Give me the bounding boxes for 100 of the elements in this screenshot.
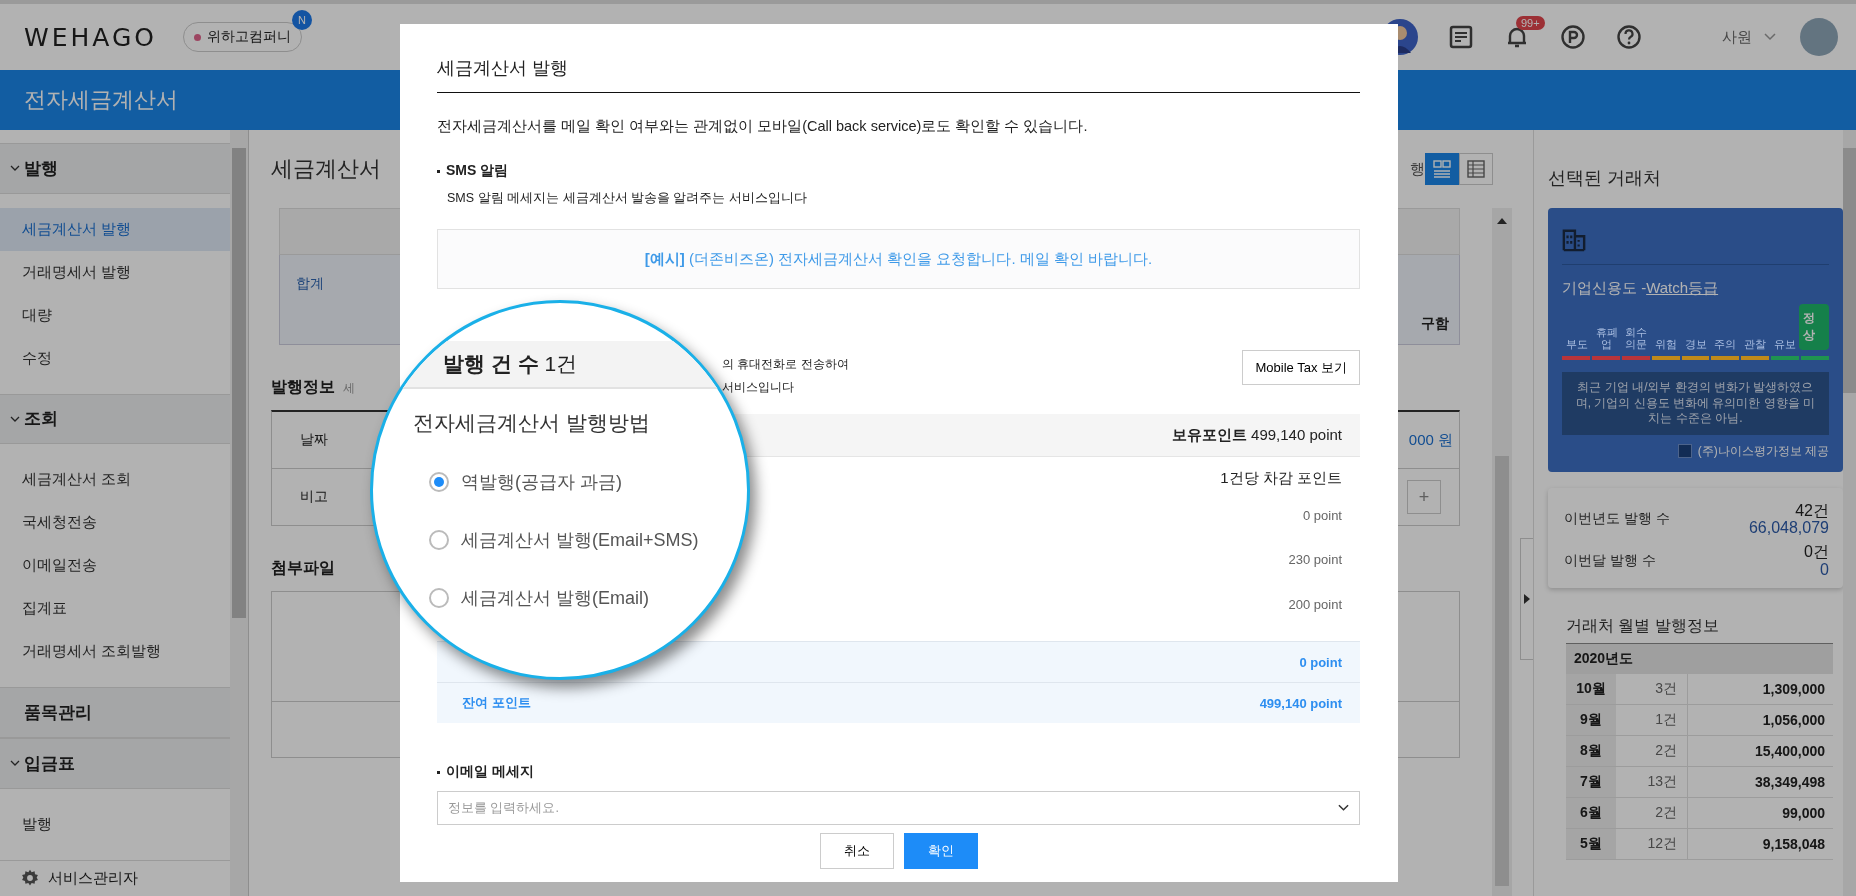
grade-link[interactable]: Watch등급: [1646, 279, 1719, 298]
section-subtitle: 세: [343, 380, 355, 397]
building-icon: [1562, 228, 1586, 252]
sidebar-item[interactable]: 국세청전송: [0, 501, 230, 545]
credit-title: 기업신용도 -: [1562, 279, 1647, 298]
issue-method-option[interactable]: 세금계산서 발행(Email+SMS): [429, 511, 747, 569]
amount-cell-text: 15,400,000: [1753, 742, 1826, 762]
amount-cell-text: 1,309,000: [1761, 680, 1826, 700]
credit-description: 최근 기업 내/외부 환경의 변화가 발생하였으며, 기업의 신용도 변화에 유의미한 영향을 미치는 수준은 아님.: [1562, 372, 1829, 435]
stat-label: 이번달 발행 수: [1564, 551, 1656, 570]
radio-button[interactable]: [429, 530, 449, 550]
example-message: [예시] (더존비즈온) 전자세금계산서 확인을 요청합니다. 메일 확인 바랍니다.: [644, 249, 1153, 269]
email-title: 이메일 메세지: [446, 763, 534, 781]
mobile-description: 서비스입니다: [722, 379, 795, 396]
deduct-header: 1건당 차감 포인트: [1220, 469, 1342, 488]
sidebar-item[interactable]: 거래명세서 발행: [0, 250, 230, 294]
point-value: 230 point: [1288, 552, 1342, 570]
user-role[interactable]: 사원: [1722, 27, 1752, 47]
card-view-button[interactable]: [1425, 153, 1459, 185]
issue-method-option[interactable]: 세금계산서 발행(Email): [429, 569, 747, 627]
month-cell: 8월: [1566, 736, 1616, 767]
holding-points: 보유포인트 499,140 point: [1171, 425, 1342, 445]
option-label: 세금계산서 발행(Email+SMS): [461, 529, 699, 552]
amount-cell-text: 1,056,000: [1761, 711, 1826, 731]
app-title: 전자세금계산서: [24, 86, 178, 114]
point-value: 0 point: [1302, 508, 1342, 525]
radio-button[interactable]: [429, 472, 449, 492]
document-icon[interactable]: [1448, 24, 1474, 50]
sidebar-section[interactable]: 품목관리: [0, 687, 230, 738]
grade-label: 회수의문: [1624, 325, 1649, 350]
month-cell: 6월: [1566, 798, 1616, 829]
triangle-right-icon: [1524, 594, 1530, 604]
new-badge: N: [292, 10, 313, 30]
grade-label: 관찰: [1742, 337, 1767, 350]
sidebar-item[interactable]: 거래명세서 조회발행: [0, 630, 230, 674]
stat-amount: 0: [1820, 560, 1829, 579]
amount-cell-text: 38,349,498: [1753, 773, 1826, 793]
count-cell: 3건: [1616, 674, 1688, 705]
row-label: 비고: [300, 488, 328, 506]
count-cell: 2건: [1616, 736, 1688, 767]
user-avatar[interactable]: [1800, 18, 1838, 56]
service-admin-link[interactable]: 서비스관리자: [48, 868, 138, 888]
sidebar-item[interactable]: 이메일전송: [0, 544, 230, 588]
radio-button[interactable]: [429, 588, 449, 608]
chevron-down-icon: [10, 415, 20, 422]
grade-label: 위험: [1653, 337, 1678, 350]
page-title: 세금계산서: [271, 155, 381, 183]
issue-method-option[interactable]: 역발행(공급자 과금): [429, 453, 747, 511]
grade-label: 부도: [1564, 337, 1589, 350]
month-cell: 10월: [1566, 674, 1616, 705]
sidebar-item[interactable]: 대량: [0, 293, 230, 337]
month-cell: 7월: [1566, 767, 1616, 798]
sidebar-item[interactable]: 세금계산서 조회: [0, 458, 230, 502]
help-icon[interactable]: [1616, 24, 1642, 50]
sidebar-section[interactable]: 발행: [0, 143, 230, 194]
section-title: 거래처 월별 발행정보: [1566, 616, 1720, 637]
count-cell: 13건: [1616, 767, 1688, 798]
provider-logo-icon: [1677, 444, 1692, 459]
status-dot: [194, 33, 202, 41]
table-view-icon: [1466, 159, 1486, 179]
option-label: 세금계산서 발행(Email): [461, 587, 649, 610]
grade-label: 주의: [1713, 337, 1738, 350]
grade-label: 유보: [1772, 337, 1797, 350]
scroll-up-icon[interactable]: [1497, 218, 1507, 224]
grid-view-button[interactable]: [1459, 153, 1493, 185]
sidebar-section[interactable]: 입금표: [0, 737, 230, 789]
cancel-button[interactable]: 취소: [819, 833, 894, 869]
sms-description: SMS 알림 메세지는 세금계산서 발송을 알려주는 서비스입니다: [447, 190, 808, 207]
notification-count: 99+: [1516, 16, 1545, 30]
sidebar-item[interactable]: 수정: [0, 336, 230, 380]
logo-wordmark[interactable]: WEHAGO: [24, 22, 158, 52]
amount-cell-text: 9,158,048: [1761, 835, 1826, 855]
method-title: 전자세금계산서 발행방법: [413, 410, 651, 436]
scrollbar-thumb[interactable]: [1843, 148, 1856, 393]
count-cell: 2건: [1616, 798, 1688, 829]
dialog-description: 전자세금계산서를 메일 확인 여부와는 관계없이 모바일(Call back service)로도 확인할 수 있습니다.: [437, 117, 1089, 136]
summary-text: 구함: [1421, 315, 1449, 333]
count-cell: 12건: [1616, 829, 1688, 860]
point-icon[interactable]: [1560, 24, 1586, 50]
sidebar-item[interactable]: 집계표: [0, 587, 230, 631]
panel-collapse-handle[interactable]: [1520, 538, 1533, 660]
scrollbar-thumb[interactable]: [232, 148, 246, 618]
sms-title: SMS 알림: [446, 162, 509, 180]
sidebar-item[interactable]: 발행: [0, 802, 230, 846]
mobile-tax-button[interactable]: Mobile Tax 보기: [1242, 350, 1360, 385]
sidebar-section[interactable]: 조회: [0, 393, 230, 445]
stat-label: 이번년도 발행 수: [1564, 510, 1670, 529]
chevron-down-icon[interactable]: [1764, 33, 1776, 41]
mobile-description: 의 휴대전화로 전송하여: [722, 356, 849, 373]
row-label: 날짜: [300, 431, 328, 449]
card-view-icon: [1432, 159, 1452, 179]
point-value: 200 point: [1288, 596, 1342, 614]
total-points: 0 point: [1299, 654, 1342, 670]
chevron-down-icon: [1338, 804, 1349, 812]
month-cell: 9월: [1566, 705, 1616, 736]
amount-cell-text: 99,000: [1781, 804, 1826, 824]
grade-label: 경보: [1683, 337, 1708, 350]
scrollbar-thumb[interactable]: [1495, 456, 1509, 886]
amount-value: 000 원: [1408, 430, 1453, 450]
stat-count: 42건: [1795, 501, 1829, 520]
